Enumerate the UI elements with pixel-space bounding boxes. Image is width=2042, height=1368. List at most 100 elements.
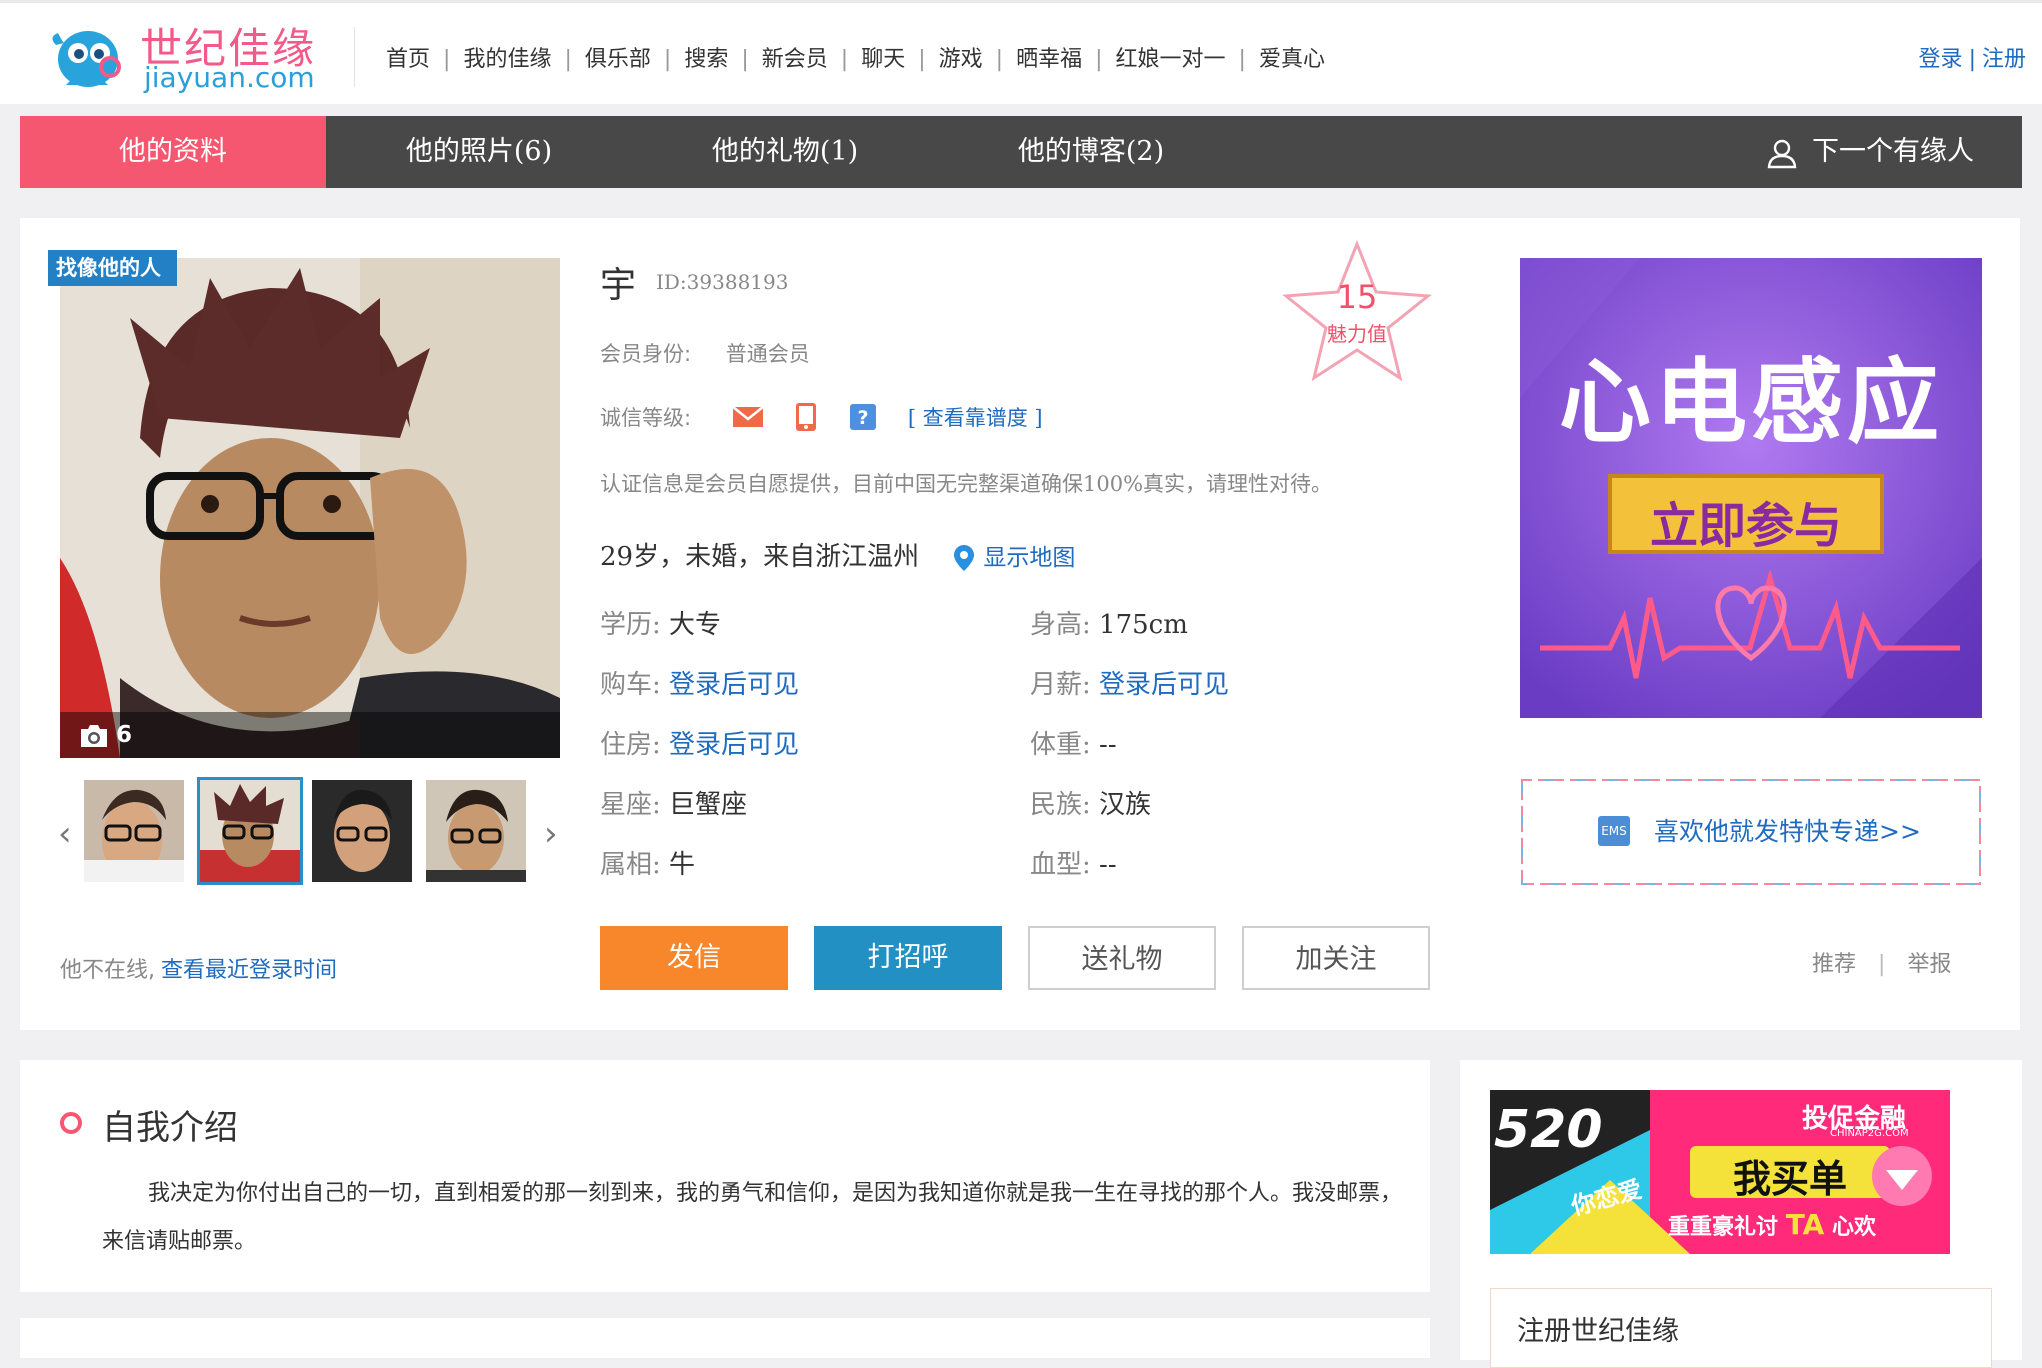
field-weight: 体重: -- [1030,724,1117,761]
greet-button[interactable]: 打招呼 [814,926,1002,990]
field-label: 身高: [1030,610,1091,640]
finance-ad-banner[interactable]: 520 投促金融 CHINAP2G.COM 你恋爱 我买单 重重豪礼讨 TA 心… [1490,1090,1950,1254]
ems-express-box[interactable]: EMS 喜欢他就发特快专递>> [1520,778,1982,886]
thumb-next-arrow[interactable]: › [544,814,558,854]
section-dot-icon [60,1112,82,1134]
header-divider [354,27,355,87]
right-sidebar: 520 投促金融 CHINAP2G.COM 你恋爱 我买单 重重豪礼讨 TA 心… [1460,1060,2022,1368]
field-label: 购车: [600,670,661,700]
ad-join-button[interactable]: 立即参与 [1610,486,1882,556]
main-photo[interactable] [60,258,560,758]
member-level-row: 会员身份: 普通会员 [600,338,810,368]
user-outline-icon [1767,139,1797,168]
photo-thumb[interactable] [426,780,526,882]
ems-icon: EMS [1598,816,1630,846]
photo-thumb-active[interactable] [197,777,303,885]
email-verified-icon[interactable] [731,405,764,429]
top-nav-item[interactable]: 俱乐部 [585,47,651,72]
top-nav-item[interactable]: 聊天 [861,47,905,72]
auth-separator: | [1968,47,1976,72]
top-nav-item[interactable]: 红娘一对一 [1116,47,1226,72]
send-gift-button[interactable]: 送礼物 [1028,926,1216,990]
top-nav-item[interactable]: 新会员 [762,47,828,72]
field-value: 大专 [669,610,722,640]
login-to-view-link[interactable]: 登录后可见 [669,730,799,760]
nav-separator: | [741,47,749,72]
field-chinese-zodiac: 属相: 牛 [600,844,695,881]
ad-ta-text: TA [1785,1208,1825,1241]
top-nav-item[interactable]: 晒幸福 [1016,47,1082,72]
field-label: 体重: [1030,730,1091,760]
credit-row: 诚信等级: ? [ 查看靠谱度 ] [600,402,1043,432]
find-similar-tag[interactable]: 找像他的人 [48,250,177,286]
thumb-prev-arrow[interactable]: ‹ [58,814,72,854]
ad-number: 520 [1494,1100,1603,1160]
top-nav-item[interactable]: 我的佳缘 [463,47,551,72]
nav-separator: | [995,47,1004,72]
top-nav-item[interactable]: 爱真心 [1259,47,1325,72]
top-nav-item[interactable]: 游戏 [939,47,983,72]
nav-separator: | [1095,47,1103,72]
online-status: 他不在线, 查看最近登录时间 [60,952,337,984]
photo-thumb[interactable] [84,780,184,882]
logo-bird-icon [52,31,121,87]
tab-blog[interactable]: 他的博客(2) [938,116,1244,188]
field-ethnicity: 民族: 汉族 [1030,784,1151,821]
self-intro-panel: 自我介绍 我决定为你付出自己的一切，直到相爱的那一刻到来，我的勇气和信仰，是因为… [20,1060,1430,1292]
charm-value: 15 [1336,278,1378,316]
summary-row: 29岁，未婚，来自浙江温州 显示地图 [600,536,1075,573]
svg-text:?: ? [858,407,869,429]
field-value: 175cm [1099,610,1188,640]
ems-link[interactable]: 喜欢他就发特快专递>> [1654,812,1921,848]
report-link[interactable]: 举报 [1907,952,1951,977]
nav-separator: | [840,47,849,72]
ad-sub-text: 重重豪礼讨 TA 心欢 [1668,1208,1876,1241]
login-to-view-link[interactable]: 登录后可见 [669,670,799,700]
tab-gifts[interactable]: 他的礼物(1) [632,116,938,188]
next-section-panel [20,1318,1430,1358]
last-login-link[interactable]: 查看最近登录时间 [161,958,337,983]
field-blood-type: 血型: -- [1030,844,1117,881]
photo-count-value: 6 [116,722,133,748]
field-education: 学历: 大专 [600,604,721,641]
login-link[interactable]: 登录 [1919,47,1963,72]
tab-photos[interactable]: 他的照片(6) [326,116,632,188]
photo-thumb[interactable] [312,780,412,882]
nav-separator: | [1238,47,1246,72]
field-value: 巨蟹座 [669,790,748,820]
auth-links: 登录 | 注册 [1919,41,2026,73]
follow-button[interactable]: 加关注 [1242,926,1430,990]
profile-tab-bar: 他的资料 他的照片(6) 他的礼物(1) 他的博客(2) 下一个有缘人 [20,116,2022,188]
show-map-link[interactable]: 显示地图 [983,545,1075,571]
field-value: -- [1099,850,1117,880]
top-nav-item[interactable]: 搜索 [684,47,728,72]
thumb-image [312,780,412,882]
nav-separator: | [564,47,572,72]
register-box-title[interactable]: 注册世纪佳缘 [1517,1309,1679,1348]
thumb-image [200,780,300,882]
phone-verified-icon[interactable] [794,402,818,432]
map-pin-icon [954,545,975,571]
top-nav-item[interactable]: 首页 [386,47,430,72]
recommend-link[interactable]: 推荐 [1812,952,1856,977]
register-box: 注册世纪佳缘 [1490,1288,1992,1368]
nav-separator: | [443,47,451,72]
register-link[interactable]: 注册 [1982,47,2026,72]
field-value: 牛 [669,850,696,880]
member-level-label: 会员身份: [600,342,692,366]
self-intro-text: 我决定为你付出自己的一切，直到相爱的那一刻到来，我的勇气和信仰，是因为我知道你就… [102,1181,1403,1254]
next-person-label: 下一个有缘人 [1812,136,1974,167]
next-person-link[interactable]: 下一个有缘人 [1766,116,1974,188]
site-logo[interactable]: 世纪佳缘 jiayuan.com [48,15,318,95]
view-reliability-link[interactable]: [ 查看靠谱度 ] [908,406,1043,430]
profile-panel: 找像他的人 6 ‹ › 他不在线, 查看最近登录时间 宇 ID:39388193… [20,218,2020,1030]
login-to-view-link[interactable]: 登录后可见 [1099,670,1229,700]
field-label: 住房: [600,730,661,760]
telepathy-ad-banner[interactable]: 心电感应 立即参与 [1520,258,1982,718]
send-letter-button[interactable]: 发信 [600,926,788,990]
question-badge-icon[interactable]: ? [849,403,877,431]
tab-profile[interactable]: 他的资料 [20,116,326,188]
nav-separator: | [663,47,672,72]
profile-photo-image [60,258,560,758]
photo-count-bar: 6 [60,712,560,758]
